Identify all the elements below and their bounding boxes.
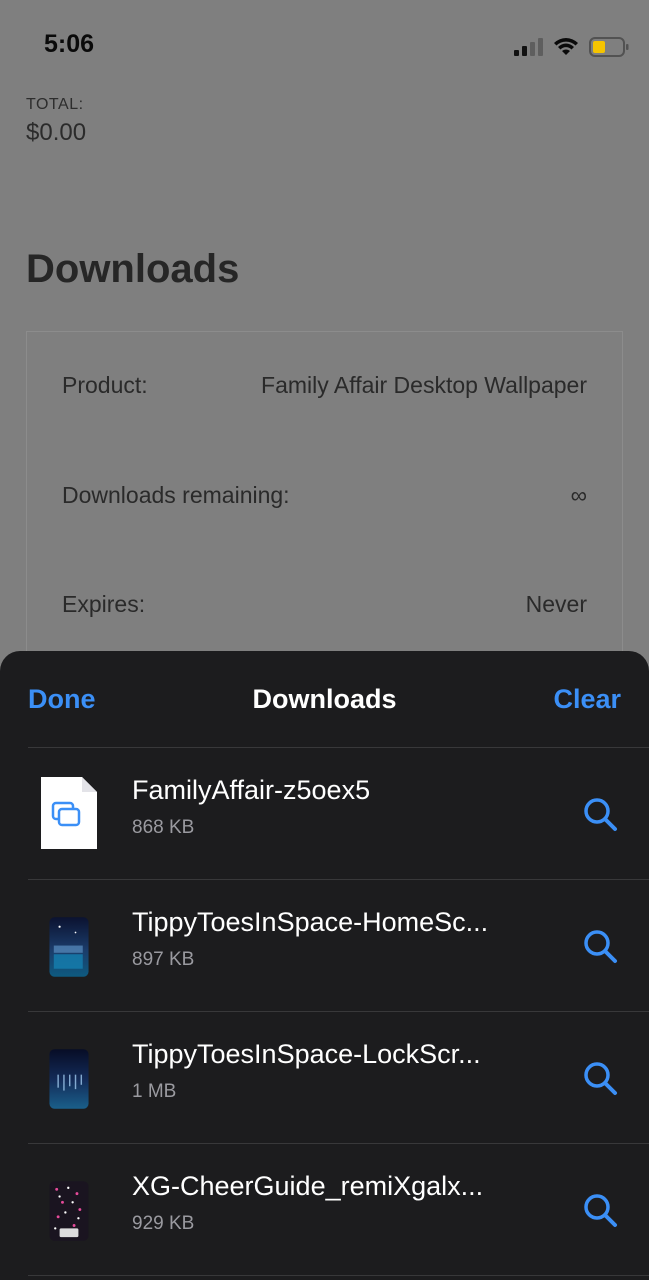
clear-button[interactable]: Clear: [553, 684, 621, 715]
downloads-list: FamilyAffair-z5oex5 868 KB TippyToesInSp…: [0, 748, 649, 1276]
image-thumbnail: [49, 1181, 89, 1241]
file-name: TippyToesInSpace-LockScr...: [132, 1039, 481, 1069]
file-size: 868 KB: [132, 817, 195, 838]
downloads-sheet: Done Downloads Clear FamilyAffair-z5oex5…: [0, 651, 649, 1280]
search-icon[interactable]: [582, 1192, 618, 1228]
cellular-signal-icon: [514, 38, 546, 56]
search-icon[interactable]: [582, 1060, 618, 1096]
detail-label: Expires:: [62, 591, 146, 617]
detail-value: Never: [525, 591, 587, 617]
total-label: TOTAL:: [26, 96, 84, 113]
download-item[interactable]: XG-CheerGuide_remiXgalx... 929 KB: [0, 1144, 649, 1276]
detail-row-product: Product: Family Affair Desktop Wallpaper: [62, 372, 587, 402]
sheet-title: Downloads: [252, 684, 397, 714]
image-thumbnail: [49, 1049, 89, 1109]
image-thumbnail: [49, 917, 89, 977]
search-icon[interactable]: [582, 796, 618, 832]
row-divider: [28, 1275, 649, 1276]
detail-value: Family Affair Desktop Wallpaper: [261, 372, 587, 398]
detail-label: Downloads remaining:: [62, 482, 290, 508]
document-icon: [41, 777, 97, 849]
download-item[interactable]: FamilyAffair-z5oex5 868 KB: [0, 748, 649, 880]
downloads-section-title: Downloads: [26, 247, 240, 291]
battery-icon: [589, 37, 629, 57]
wifi-icon: [554, 38, 578, 55]
detail-row-expires: Expires: Never: [62, 591, 587, 621]
file-size: 929 KB: [132, 1213, 195, 1234]
file-name: FamilyAffair-z5oex5: [132, 775, 371, 805]
search-icon[interactable]: [582, 928, 618, 964]
status-time: 5:06: [44, 30, 95, 58]
file-name: TippyToesInSpace-HomeSc...: [132, 907, 489, 937]
status-bar: 5:06: [0, 0, 649, 90]
detail-row-downloads-remaining: Downloads remaining: ∞: [62, 482, 587, 512]
detail-label: Product:: [62, 372, 148, 398]
download-item[interactable]: TippyToesInSpace-LockScr... 1 MB: [0, 1012, 649, 1144]
download-details-card: Product: Family Affair Desktop Wallpaper…: [26, 331, 623, 671]
file-size: 1 MB: [132, 1081, 177, 1102]
download-item[interactable]: TippyToesInSpace-HomeSc... 897 KB: [0, 880, 649, 1012]
detail-value: ∞: [570, 482, 587, 508]
file-name: XG-CheerGuide_remiXgalx...: [132, 1171, 484, 1201]
total-value: $0.00: [26, 119, 87, 146]
file-size: 897 KB: [132, 949, 195, 970]
